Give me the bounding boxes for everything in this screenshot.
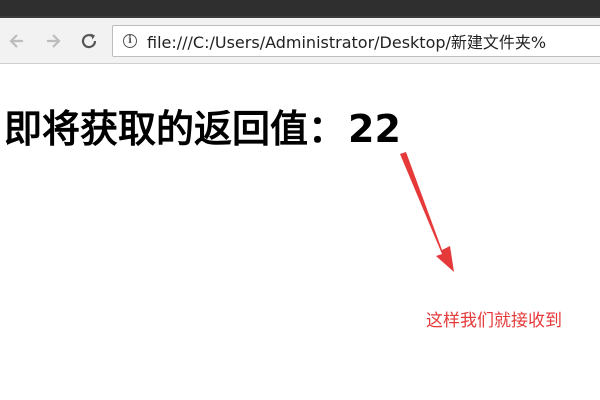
url-text[interactable]: file:///C:/Users/Administrator/Desktop/新… xyxy=(147,29,546,53)
reload-button[interactable] xyxy=(74,26,104,56)
window-titlebar xyxy=(0,0,600,18)
browser-toolbar: i file:///C:/Users/Administrator/Desktop… xyxy=(0,18,600,64)
reload-icon xyxy=(81,33,97,49)
page-heading: 即将获取的返回值：22 xyxy=(4,98,401,153)
arrow-right-icon xyxy=(47,34,61,48)
annotation-arrow-icon xyxy=(400,152,454,272)
annotation-text: 这样我们就接收到 xyxy=(426,311,562,331)
page-content: 即将获取的返回值：22 这样我们就接收到 xyxy=(0,64,600,400)
tab-strip xyxy=(0,0,600,16)
heading-value: 22 xyxy=(348,107,401,151)
arrow-left-icon xyxy=(9,34,23,48)
back-button[interactable] xyxy=(2,26,32,56)
forward-button[interactable] xyxy=(38,26,68,56)
info-icon[interactable]: i xyxy=(123,34,137,48)
heading-label: 即将获取的返回值： xyxy=(4,107,347,151)
address-bar[interactable]: i file:///C:/Users/Administrator/Desktop… xyxy=(112,25,600,57)
